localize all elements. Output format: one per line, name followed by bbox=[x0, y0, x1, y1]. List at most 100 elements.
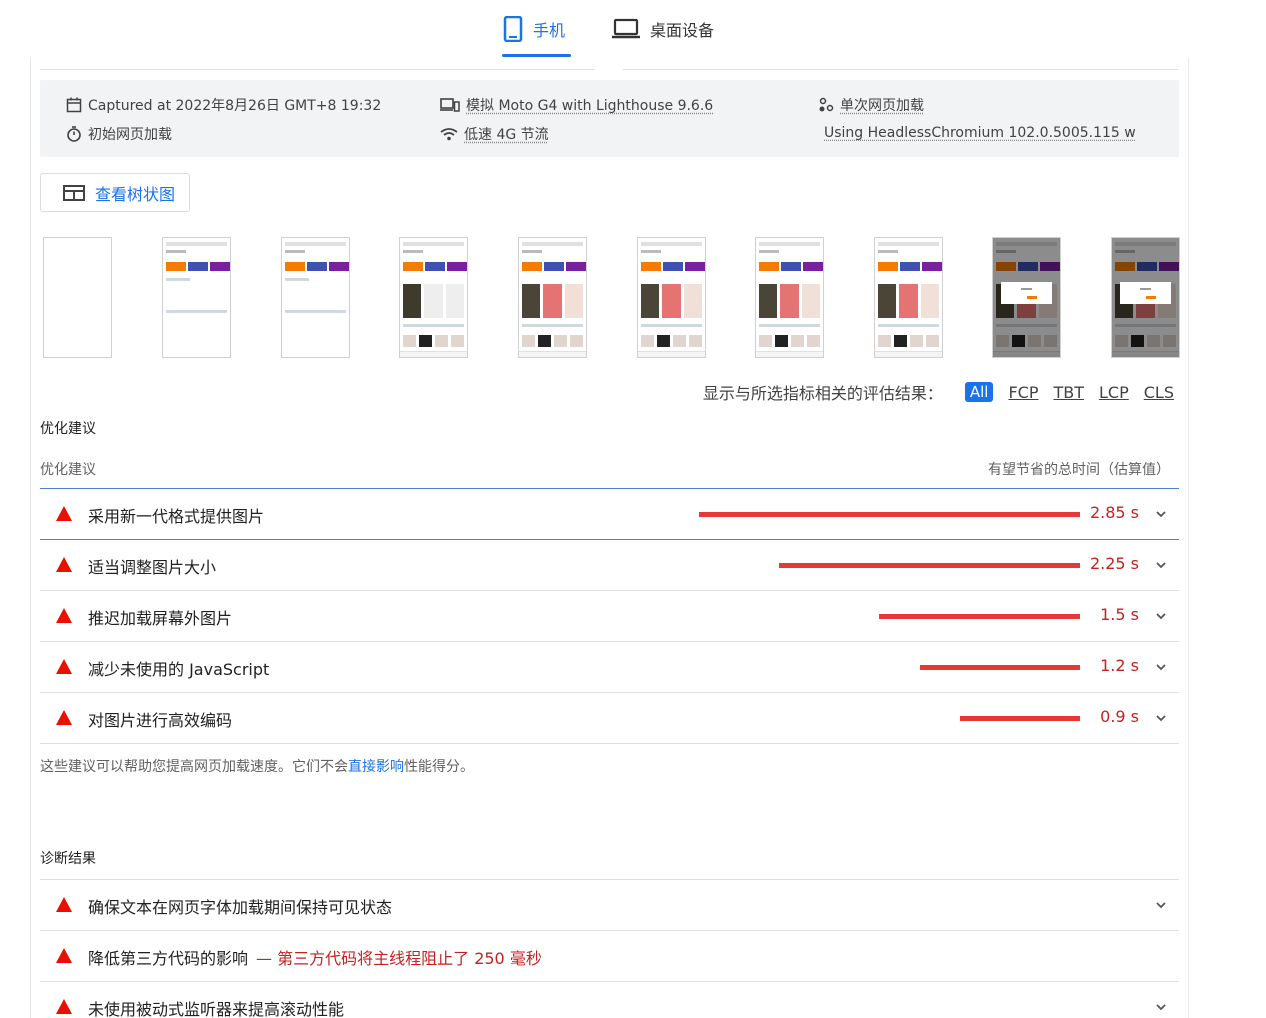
savings-bar bbox=[879, 614, 1080, 619]
savings-value: 2.25 s bbox=[1089, 554, 1139, 573]
diagnostic-row[interactable]: 未使用被动式监听器来提高滚动性能 bbox=[40, 982, 1179, 1018]
opportunity-title: 减少未使用的 JavaScript bbox=[88, 660, 270, 679]
stopwatch-icon bbox=[67, 126, 81, 142]
tab-mobile[interactable]: 手机 bbox=[503, 14, 565, 44]
metric-filter: 显示与所选指标相关的评估结果： All FCP TBT LCP CLS bbox=[703, 380, 1174, 404]
frame-thumbnails bbox=[522, 335, 583, 347]
frame-bottom-nav bbox=[1112, 351, 1179, 357]
frame-subheader bbox=[166, 250, 186, 253]
filmstrip-frame bbox=[399, 237, 468, 358]
chevron-down-icon[interactable] bbox=[1153, 999, 1169, 1015]
active-tab-indicator bbox=[502, 54, 571, 57]
savings-bar bbox=[960, 716, 1080, 721]
note-text: 这些建议可以帮助您提高网页加载速度。它们不会 bbox=[40, 759, 348, 775]
frame-products bbox=[403, 284, 464, 318]
opportunity-row[interactable]: 对图片进行高效编码 0.9 s bbox=[40, 693, 1179, 743]
frame-bottom-nav bbox=[993, 351, 1060, 357]
diagnostic-title: 降低第三方代码的影响 — 第三方代码将主线程阻止了 250 毫秒 bbox=[88, 949, 542, 968]
calendar-icon bbox=[66, 97, 82, 113]
frame-text-row bbox=[166, 278, 190, 281]
frame-cards bbox=[1115, 262, 1179, 271]
savings-bar bbox=[779, 563, 1080, 568]
frame-text-row bbox=[996, 324, 1057, 327]
opportunities-note: 这些建议可以帮助您提高网页加载速度。它们不会直接影响性能得分。 bbox=[40, 756, 474, 776]
chevron-down-icon[interactable] bbox=[1153, 506, 1169, 522]
frame-header bbox=[403, 242, 464, 246]
filter-all[interactable]: All bbox=[964, 382, 994, 402]
chevron-down-icon[interactable] bbox=[1153, 710, 1169, 726]
frame-bottom-nav bbox=[519, 351, 586, 357]
divider bbox=[40, 69, 595, 70]
smartphone-icon bbox=[503, 16, 523, 42]
filmstrip-frame bbox=[281, 237, 350, 358]
opportunity-row[interactable]: 减少未使用的 JavaScript 1.2 s bbox=[40, 642, 1179, 692]
frame-header bbox=[759, 242, 820, 246]
filmstrip-frame bbox=[755, 237, 824, 358]
filmstrip-frame bbox=[1111, 237, 1180, 358]
diagnostic-row[interactable]: 降低第三方代码的影响 — 第三方代码将主线程阻止了 250 毫秒 bbox=[40, 931, 1179, 981]
fail-triangle-icon bbox=[56, 948, 72, 963]
load-mode-text[interactable]: 单次网页加载 bbox=[840, 95, 924, 115]
nodes-icon bbox=[819, 97, 834, 112]
frame-header bbox=[641, 242, 702, 246]
frame-text-row bbox=[285, 278, 309, 281]
filter-cls[interactable]: CLS bbox=[1144, 383, 1174, 402]
frame-cards bbox=[166, 262, 230, 271]
frame-products bbox=[641, 284, 702, 318]
opportunity-title: 推迟加载屏幕外图片 bbox=[88, 609, 233, 628]
frame-products bbox=[878, 284, 939, 318]
opportunity-row[interactable]: 推迟加载屏幕外图片 1.5 s bbox=[40, 591, 1179, 641]
diagnostic-title: 未使用被动式监听器来提高滚动性能 bbox=[88, 1000, 345, 1018]
browser-info-text[interactable]: Using HeadlessChromium 102.0.5005.115 wi… bbox=[824, 125, 1136, 141]
treemap-icon bbox=[63, 184, 85, 201]
frame-subheader bbox=[759, 250, 779, 253]
tab-desktop[interactable]: 桌面设备 bbox=[612, 14, 714, 44]
metric-filter-label: 显示与所选指标相关的评估结果： bbox=[702, 384, 943, 403]
note-text-end: 性能得分。 bbox=[404, 759, 474, 775]
frame-header bbox=[878, 242, 939, 246]
fail-triangle-icon bbox=[56, 557, 72, 572]
fail-triangle-icon bbox=[56, 506, 72, 521]
opportunity-row[interactable]: 采用新一代格式提供图片 2.85 s bbox=[40, 489, 1179, 539]
frame-thumbnails bbox=[641, 335, 702, 347]
network-throttling-text[interactable]: 低速 4G 节流 bbox=[464, 124, 549, 144]
chevron-down-icon[interactable] bbox=[1153, 608, 1169, 624]
load-mode: 单次网页加载 bbox=[818, 95, 924, 115]
direct-impact-link[interactable]: 直接影响 bbox=[348, 759, 404, 775]
emulated-device: 模拟 Moto G4 with Lighthouse 9.6.6 bbox=[440, 95, 713, 115]
savings-value: 1.2 s bbox=[1100, 656, 1139, 675]
chevron-down-icon[interactable] bbox=[1153, 659, 1169, 675]
opportunity-row[interactable]: 适当调整图片大小 2.25 s bbox=[40, 540, 1179, 590]
opportunities-column-right: 有望节省的总时间（估算值） bbox=[988, 462, 1170, 478]
frame-subheader bbox=[641, 250, 661, 253]
emulated-device-text[interactable]: 模拟 Moto G4 with Lighthouse 9.6.6 bbox=[466, 95, 713, 115]
chevron-down-icon[interactable] bbox=[1153, 897, 1169, 913]
frame-text-row bbox=[878, 324, 939, 327]
frame-text-row bbox=[166, 310, 227, 313]
fail-triangle-icon bbox=[56, 608, 72, 623]
tab-desktop-label: 桌面设备 bbox=[650, 21, 715, 40]
filter-tbt[interactable]: TBT bbox=[1053, 383, 1084, 402]
frame-header bbox=[996, 242, 1057, 246]
opportunity-title: 适当调整图片大小 bbox=[88, 558, 217, 577]
diagnostic-row[interactable]: 确保文本在网页字体加载期间保持可见状态 bbox=[40, 880, 1179, 930]
savings-value: 1.5 s bbox=[1100, 605, 1139, 624]
frame-thumbnails bbox=[878, 335, 939, 347]
frame-subheader bbox=[878, 250, 898, 253]
row-divider bbox=[40, 743, 1179, 744]
frame-cards bbox=[403, 262, 467, 271]
filter-fcp[interactable]: FCP bbox=[1008, 383, 1038, 402]
chevron-down-icon[interactable] bbox=[1153, 557, 1169, 573]
diagnostic-title: 确保文本在网页字体加载期间保持可见状态 bbox=[88, 898, 393, 917]
frame-header bbox=[285, 242, 346, 246]
filmstrip-frame bbox=[874, 237, 943, 358]
frame-subheader bbox=[403, 250, 423, 253]
fail-triangle-icon bbox=[56, 710, 72, 725]
opportunities-section-title: 优化建议 bbox=[40, 421, 96, 437]
frame-cards bbox=[522, 262, 586, 271]
view-treemap-label: 查看树状图 bbox=[95, 184, 176, 204]
diagnostics-section-title: 诊断结果 bbox=[40, 851, 96, 867]
view-treemap-button[interactable]: 查看树状图 bbox=[40, 173, 190, 212]
frame-bottom-nav bbox=[638, 351, 705, 357]
filter-lcp[interactable]: LCP bbox=[1099, 383, 1129, 402]
